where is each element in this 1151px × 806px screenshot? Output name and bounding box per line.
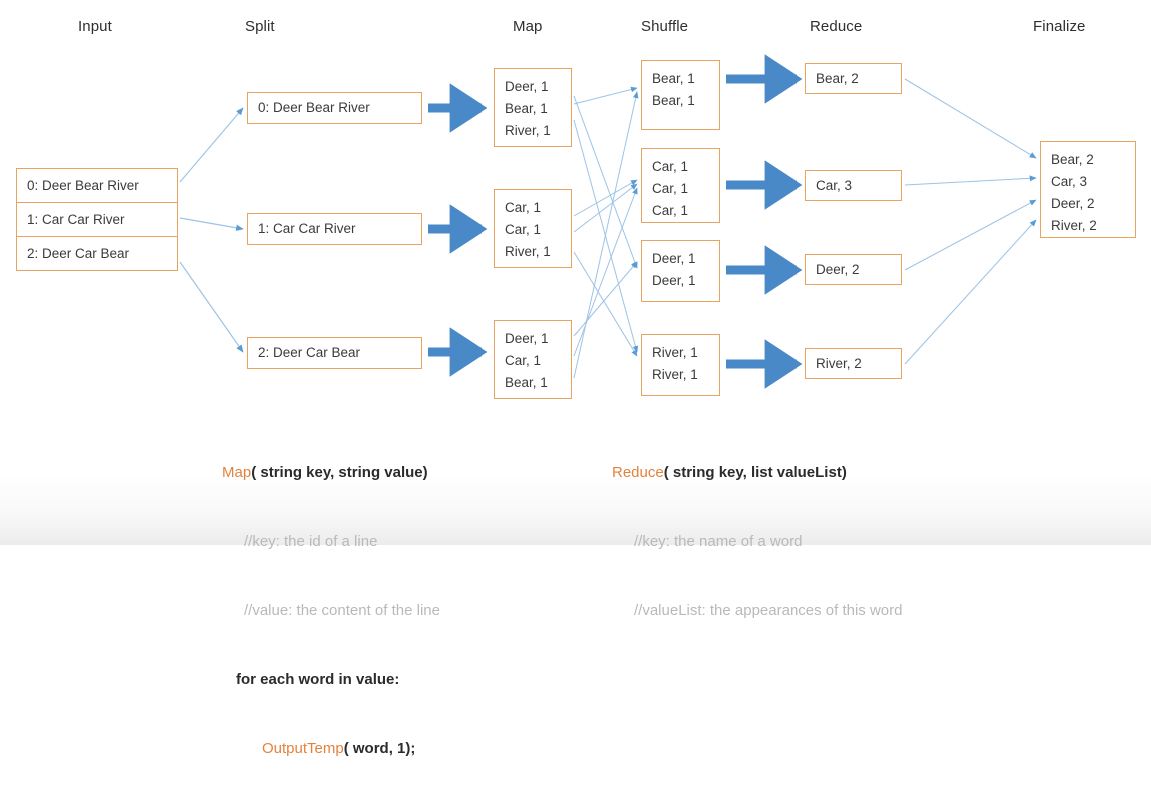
reduce-comment-key: //key: the name of a word xyxy=(612,530,903,553)
shuffle-box-line: Car, 1 xyxy=(652,203,689,219)
shuffle-box-line: Bear, 1 xyxy=(652,93,695,109)
map-box-line: River, 1 xyxy=(505,244,551,260)
reduce-box: River, 2 xyxy=(805,348,902,379)
shuffle-box: Deer, 1 Deer, 1 xyxy=(641,240,720,302)
map-signature-line: Map( string key, string value) xyxy=(222,461,440,484)
map-to-shuffle-arrows xyxy=(573,86,639,379)
map-box-line: Deer, 1 xyxy=(505,79,549,95)
reduce-comment-key-text: //key: the name of a word xyxy=(634,533,803,550)
reduce-box-label: Car, 3 xyxy=(816,177,853,193)
map-comment-value: //value: the content of the line xyxy=(222,599,440,622)
map-box-line: Bear, 1 xyxy=(505,375,548,391)
shuffle-box-line: River, 1 xyxy=(652,345,698,361)
shuffle-box-line: River, 1 xyxy=(652,367,698,383)
map-emit-line: OutputTemp( word, 1); xyxy=(222,737,440,760)
reduce-keyword: Reduce xyxy=(612,464,664,481)
split-box: 1: Car Car River xyxy=(247,213,422,245)
split-box: 2: Deer Car Bear xyxy=(247,337,422,369)
reduce-box-label: River, 2 xyxy=(816,355,862,371)
map-comment-key-text: //key: the id of a line xyxy=(244,533,378,550)
map-signature-params: ( string key, string value) xyxy=(251,464,428,481)
input-row: 0: Deer Bear River xyxy=(17,169,177,203)
shuffle-box-line: Deer, 1 xyxy=(652,273,696,289)
map-box: Deer, 1 Bear, 1 River, 1 xyxy=(494,68,572,147)
map-box-line: Car, 1 xyxy=(505,200,542,216)
reduce-box: Deer, 2 xyxy=(805,254,902,285)
finalize-box-line: River, 2 xyxy=(1051,218,1097,234)
reduce-comment-valuelist: //valueList: the appearances of this wor… xyxy=(612,599,903,622)
map-box-line: Deer, 1 xyxy=(505,331,549,347)
input-row: 1: Car Car River xyxy=(17,203,177,237)
finalize-box-line: Car, 3 xyxy=(1051,174,1088,190)
shuffle-box: River, 1 River, 1 xyxy=(641,334,720,396)
finalize-box: Bear, 2 Car, 3 Deer, 2 River, 2 xyxy=(1040,141,1136,238)
map-box: Deer, 1 Car, 1 Bear, 1 xyxy=(494,320,572,399)
shuffle-box-line: Car, 1 xyxy=(652,159,689,175)
input-to-split-arrows xyxy=(179,107,244,353)
split-box-label: 0: Deer Bear River xyxy=(258,100,370,116)
reduce-pseudocode: Reduce( string key, list valueList) //ke… xyxy=(612,415,903,668)
input-table: 0: Deer Bear River 1: Car Car River 2: D… xyxy=(16,168,178,271)
shuffle-box-line: Deer, 1 xyxy=(652,251,696,267)
map-pseudocode: Map( string key, string value) //key: th… xyxy=(222,415,440,806)
map-box-line: Car, 1 xyxy=(505,222,542,238)
split-box: 0: Deer Bear River xyxy=(247,92,422,124)
split-to-map-thick-arrows xyxy=(428,83,488,377)
reduce-comment-valuelist-text: //valueList: the appearances of this wor… xyxy=(634,602,903,619)
finalize-box-line: Bear, 2 xyxy=(1051,152,1094,168)
map-box: Car, 1 Car, 1 River, 1 xyxy=(494,189,572,268)
reduce-box: Car, 3 xyxy=(805,170,902,201)
map-loop-text: for each word in value: xyxy=(236,671,400,688)
reduce-box-label: Deer, 2 xyxy=(816,261,860,277)
reduce-to-finalize-arrows xyxy=(904,78,1037,365)
map-keyword: Map xyxy=(222,464,252,481)
reduce-signature-line: Reduce( string key, list valueList) xyxy=(612,461,903,484)
finalize-box-line: Deer, 2 xyxy=(1051,196,1095,212)
shuffle-box: Car, 1 Car, 1 Car, 1 xyxy=(641,148,720,223)
outputtemp-args: ( word, 1); xyxy=(343,740,416,757)
reduce-box-label: Bear, 2 xyxy=(816,70,859,86)
map-box-line: Car, 1 xyxy=(505,353,542,369)
map-box-line: Bear, 1 xyxy=(505,101,548,117)
mapreduce-diagram: Input Split Map Shuffle Reduce Finalize xyxy=(0,0,1151,757)
shuffle-box-line: Car, 1 xyxy=(652,181,689,197)
map-loop-line: for each word in value: xyxy=(222,668,440,691)
map-comment-value-text: //value: the content of the line xyxy=(244,602,440,619)
shuffle-box-line: Bear, 1 xyxy=(652,71,695,87)
reduce-box: Bear, 2 xyxy=(805,63,902,94)
shuffle-to-reduce-thick-arrows xyxy=(726,54,803,389)
outputtemp-keyword: OutputTemp xyxy=(262,740,344,757)
shuffle-box: Bear, 1 Bear, 1 xyxy=(641,60,720,130)
map-comment-key: //key: the id of a line xyxy=(222,530,440,553)
map-box-line: River, 1 xyxy=(505,123,551,139)
split-box-label: 2: Deer Car Bear xyxy=(258,345,361,361)
reduce-signature-params: ( string key, list valueList) xyxy=(663,464,847,481)
input-row: 2: Deer Car Bear xyxy=(27,246,130,261)
connector-arrows-layer xyxy=(179,54,1037,389)
split-box-label: 1: Car Car River xyxy=(258,221,356,237)
